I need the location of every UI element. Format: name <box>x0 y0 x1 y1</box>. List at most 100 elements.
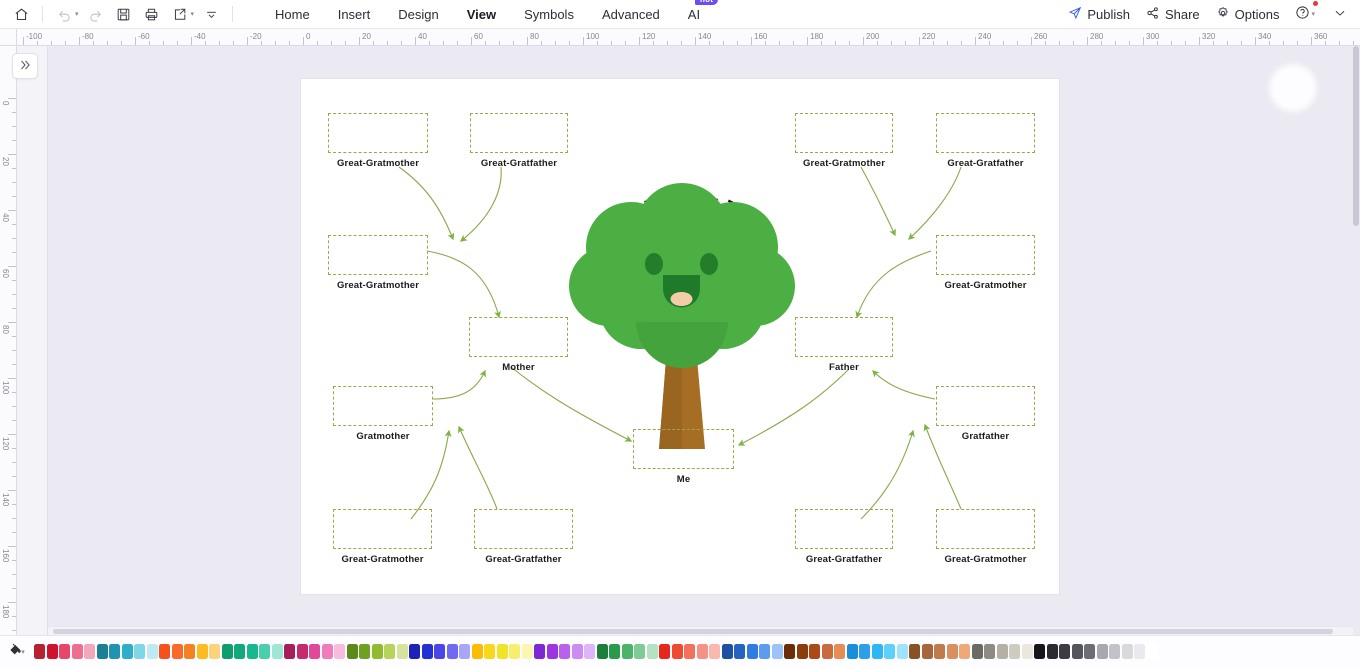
color-swatch[interactable] <box>646 644 658 659</box>
color-swatch[interactable] <box>196 644 208 659</box>
color-swatch[interactable] <box>946 644 958 659</box>
color-swatch[interactable] <box>359 644 370 659</box>
color-swatch[interactable] <box>559 644 570 659</box>
color-swatch[interactable] <box>209 644 220 659</box>
share-button[interactable]: Share <box>1139 2 1207 27</box>
color-swatch[interactable] <box>396 644 408 659</box>
color-swatch[interactable] <box>1071 644 1083 659</box>
color-swatch[interactable] <box>534 644 545 659</box>
color-swatch[interactable] <box>309 644 320 659</box>
color-swatch[interactable] <box>759 644 770 659</box>
family-node-box[interactable] <box>328 235 428 275</box>
color-swatch[interactable] <box>709 644 720 659</box>
vertical-ruler[interactable]: 020406080100120140160180200 <box>0 46 17 635</box>
color-swatch[interactable] <box>121 644 133 659</box>
more-options-icon[interactable] <box>198 3 224 25</box>
color-swatch[interactable] <box>409 644 420 659</box>
undo-icon[interactable] <box>51 3 77 25</box>
family-node-box[interactable] <box>936 113 1035 153</box>
color-swatch[interactable] <box>34 644 45 659</box>
color-swatch[interactable] <box>296 644 308 659</box>
color-swatch[interactable] <box>634 644 645 659</box>
color-swatch[interactable] <box>146 644 158 659</box>
family-node-box[interactable] <box>469 317 568 357</box>
color-swatch[interactable] <box>659 644 670 659</box>
color-swatch[interactable] <box>171 644 183 659</box>
color-swatch[interactable] <box>1096 644 1108 659</box>
print-icon[interactable] <box>139 3 165 25</box>
color-swatch[interactable] <box>784 644 795 659</box>
collapse-ribbon-button[interactable] <box>1326 2 1354 27</box>
family-node-box[interactable] <box>333 509 432 549</box>
horizontal-scrollbar-thumb[interactable] <box>53 629 1333 634</box>
vertical-scrollbar-thumb[interactable] <box>1353 46 1359 226</box>
fill-color-dropdown-icon[interactable]: ▾ <box>21 648 25 656</box>
color-swatch[interactable] <box>984 644 995 659</box>
color-swatch[interactable] <box>1046 644 1058 659</box>
options-button[interactable]: Options <box>1209 2 1287 27</box>
color-swatch[interactable] <box>184 644 195 659</box>
color-swatch[interactable] <box>384 644 395 659</box>
undo-dropdown-icon[interactable]: ▾ <box>75 10 79 18</box>
color-swatch[interactable] <box>584 644 595 659</box>
save-icon[interactable] <box>111 3 137 25</box>
family-node-box[interactable] <box>333 386 433 426</box>
color-swatch[interactable] <box>1134 644 1145 659</box>
color-swatch[interactable] <box>834 644 845 659</box>
menu-item-insert[interactable]: Insert <box>324 3 385 26</box>
color-swatch[interactable] <box>459 644 470 659</box>
color-swatch[interactable] <box>59 644 70 659</box>
color-swatch[interactable] <box>546 644 558 659</box>
color-swatch[interactable] <box>1059 644 1070 659</box>
color-swatch[interactable] <box>446 644 458 659</box>
family-node-box[interactable] <box>936 509 1035 549</box>
home-icon[interactable] <box>8 3 34 25</box>
color-swatch[interactable] <box>859 644 870 659</box>
color-swatch[interactable] <box>671 644 683 659</box>
redo-icon[interactable] <box>83 3 109 25</box>
color-swatch[interactable] <box>334 644 345 659</box>
color-swatch[interactable] <box>84 644 95 659</box>
family-node-box[interactable] <box>633 429 734 469</box>
color-swatch[interactable] <box>571 644 583 659</box>
color-swatch[interactable] <box>246 644 258 659</box>
fill-color-button[interactable]: ▾ <box>0 636 34 667</box>
color-swatch[interactable] <box>909 644 920 659</box>
color-swatch[interactable] <box>259 644 270 659</box>
horizontal-scrollbar-track[interactable] <box>48 626 1353 635</box>
color-swatch[interactable] <box>321 644 333 659</box>
color-swatch[interactable] <box>846 644 858 659</box>
color-swatch[interactable] <box>771 644 783 659</box>
color-swatch[interactable] <box>1034 644 1045 659</box>
color-swatch[interactable] <box>509 644 520 659</box>
color-swatch[interactable] <box>959 644 970 659</box>
color-swatch[interactable] <box>284 644 295 659</box>
color-swatch[interactable] <box>134 644 145 659</box>
color-swatch[interactable] <box>921 644 933 659</box>
color-swatch[interactable] <box>696 644 708 659</box>
color-swatch[interactable] <box>971 644 983 659</box>
color-swatch[interactable] <box>109 644 120 659</box>
color-swatch[interactable] <box>1121 644 1133 659</box>
family-node-box[interactable] <box>795 317 893 357</box>
color-swatch[interactable] <box>421 644 433 659</box>
menu-item-design[interactable]: Design <box>384 3 452 26</box>
color-swatch[interactable] <box>159 644 170 659</box>
help-button[interactable]: ▾ <box>1288 1 1324 27</box>
color-swatch[interactable] <box>884 644 895 659</box>
color-swatch[interactable] <box>746 644 758 659</box>
color-swatch[interactable] <box>271 644 283 659</box>
family-node-box[interactable] <box>470 113 568 153</box>
color-swatch[interactable] <box>1109 644 1120 659</box>
color-swatch[interactable] <box>871 644 883 659</box>
color-swatch[interactable] <box>371 644 383 659</box>
color-swatch[interactable] <box>896 644 908 659</box>
help-dropdown-icon[interactable]: ▾ <box>1311 10 1315 18</box>
family-node-box[interactable] <box>795 509 893 549</box>
color-swatch[interactable] <box>1146 644 1158 659</box>
color-swatch[interactable] <box>496 644 508 659</box>
color-swatch[interactable] <box>221 644 233 659</box>
color-swatch[interactable] <box>1084 644 1095 659</box>
document-page[interactable]: My Family Tree Great-Gratmother Great-Gr… <box>300 78 1060 595</box>
menu-item-symbols[interactable]: Symbols <box>510 3 588 26</box>
